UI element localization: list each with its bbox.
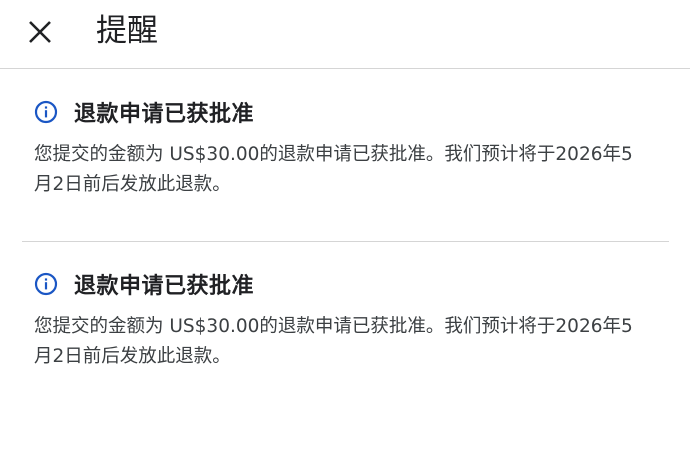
close-icon (29, 21, 51, 43)
close-button[interactable] (22, 12, 58, 52)
notice-message: 您提交的金额为 US$30.00的退款申请已获批准。我们预计将于2026年5月2… (34, 316, 633, 367)
info-icon (34, 100, 58, 124)
page-title: 提醒 (96, 13, 158, 49)
notice-header: 退款申请已获批准 (34, 95, 654, 129)
notice-header: 退款申请已获批准 (34, 267, 654, 301)
app-bar: 提醒 (0, 0, 690, 69)
alerts-screen: 提醒 退款申请已获批准 您提交的金额为 US$30.00的退款申请已获批准。我们… (0, 0, 690, 452)
notice-title: 退款申请已获批准 (74, 102, 255, 127)
notice-title: 退款申请已获批准 (74, 274, 255, 299)
notice-item: 退款申请已获批准 您提交的金额为 US$30.00的退款申请已获批准。我们预计将… (34, 95, 654, 200)
info-icon (34, 272, 58, 296)
notice-item: 退款申请已获批准 您提交的金额为 US$30.00的退款申请已获批准。我们预计将… (34, 267, 654, 372)
notice-message: 您提交的金额为 US$30.00的退款申请已获批准。我们预计将于2026年5月2… (34, 144, 633, 195)
divider (22, 241, 669, 242)
